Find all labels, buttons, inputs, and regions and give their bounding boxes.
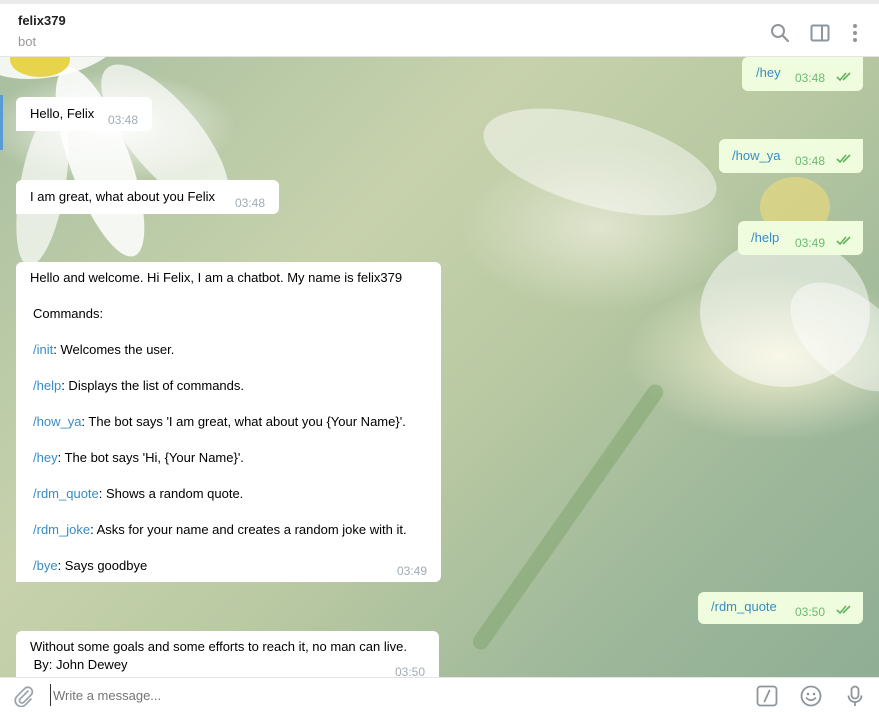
command-line-bye: /bye: Says goodbye	[33, 557, 147, 575]
quote-message-bubble[interactable]: Without some goals and some efforts to r…	[16, 631, 439, 677]
command-link-bye[interactable]: /bye	[33, 558, 58, 573]
command-line-hey: /hey: The bot says 'Hi, {Your Name}'.	[33, 449, 244, 467]
read-checks-icon	[836, 236, 851, 246]
message-time: 03:49	[795, 236, 826, 250]
message-text[interactable]: Hello, Felix	[30, 105, 94, 123]
message-text[interactable]: /rdm_quote	[711, 598, 777, 616]
microphone-icon[interactable]	[843, 684, 867, 708]
chat-history[interactable]: /hey 03:48 Hello, Felix 03:48 /how_ya 03…	[0, 57, 879, 677]
command-line-init: /init: Welcomes the user.	[33, 341, 174, 359]
chat-subtitle: bot	[18, 34, 37, 49]
message-time: 03:48	[795, 154, 826, 168]
scroll-indicator	[0, 95, 3, 150]
command-desc: : Says goodbye	[57, 558, 148, 573]
message-time: 03:48	[235, 196, 266, 210]
command-desc: : Displays the list of commands.	[61, 378, 244, 393]
message-time: 03:48	[795, 71, 826, 85]
command-link-help[interactable]: /help	[33, 378, 61, 393]
read-checks-icon	[836, 154, 851, 164]
message-bubble-outgoing[interactable]: /hey 03:48	[742, 57, 863, 91]
message-bubble-outgoing[interactable]: /rdm_quote 03:50	[698, 592, 863, 624]
command-line-rdm-joke: /rdm_joke: Asks for your name and create…	[33, 521, 407, 539]
slash-command-icon[interactable]	[755, 684, 779, 708]
chat-header: felix379 bot	[0, 0, 879, 57]
message-bubble-incoming[interactable]: Hello, Felix 03:48	[16, 97, 152, 131]
message-text[interactable]: /how_ya	[732, 147, 780, 165]
paperclip-icon[interactable]	[12, 684, 36, 708]
message-bubble-outgoing[interactable]: /help 03:49	[738, 221, 863, 255]
search-icon[interactable]	[769, 22, 791, 44]
message-time: 03:50	[795, 605, 826, 619]
message-time: 03:49	[397, 564, 428, 578]
command-link-rdm-quote[interactable]: /rdm_quote	[33, 486, 99, 501]
command-desc: : Welcomes the user.	[53, 342, 175, 357]
message-text[interactable]: I am great, what about you Felix	[30, 188, 215, 206]
message-time: 03:50	[395, 665, 426, 677]
message-time: 03:48	[108, 113, 139, 127]
help-message-bubble[interactable]: Hello and welcome. Hi Felix, I am a chat…	[16, 262, 441, 582]
command-line-help: /help: Displays the list of commands.	[33, 377, 244, 395]
command-desc: : The bot says 'I am great, what about y…	[81, 414, 406, 429]
read-checks-icon	[836, 605, 851, 615]
message-bubble-incoming[interactable]: I am great, what about you Felix 03:48	[16, 180, 279, 214]
message-composer	[0, 677, 879, 712]
command-link-rdm-joke[interactable]: /rdm_joke	[33, 522, 90, 537]
quote-author[interactable]: By: John Dewey	[30, 656, 128, 674]
chat-title[interactable]: felix379	[18, 13, 66, 28]
quote-text[interactable]: Without some goals and some efforts to r…	[30, 638, 407, 656]
commands-label: Commands:	[33, 306, 104, 321]
message-text[interactable]: /hey	[756, 64, 781, 82]
command-link-init[interactable]: /init	[33, 342, 53, 357]
message-bubble-outgoing[interactable]: /how_ya 03:48	[719, 139, 863, 173]
command-line-rdm-quote: /rdm_quote: Shows a random quote.	[33, 485, 243, 503]
message-text[interactable]: /help	[751, 229, 779, 247]
message-input[interactable]	[50, 684, 735, 706]
emoji-icon[interactable]	[799, 684, 823, 708]
more-vertical-icon[interactable]	[844, 22, 866, 44]
command-line-how-ya: /how_ya: The bot says 'I am great, what …	[33, 413, 406, 431]
read-checks-icon	[836, 72, 851, 82]
help-intro-text[interactable]: Hello and welcome. Hi Felix, I am a chat…	[30, 269, 402, 287]
command-desc: : Shows a random quote.	[98, 486, 244, 501]
sidebar-toggle-icon[interactable]	[809, 22, 831, 44]
command-desc: : Asks for your name and creates a rando…	[90, 522, 407, 537]
command-desc: : The bot says 'Hi, {Your Name}'.	[57, 450, 244, 465]
command-link-hey[interactable]: /hey	[33, 450, 58, 465]
command-link-how-ya[interactable]: /how_ya	[33, 414, 81, 429]
